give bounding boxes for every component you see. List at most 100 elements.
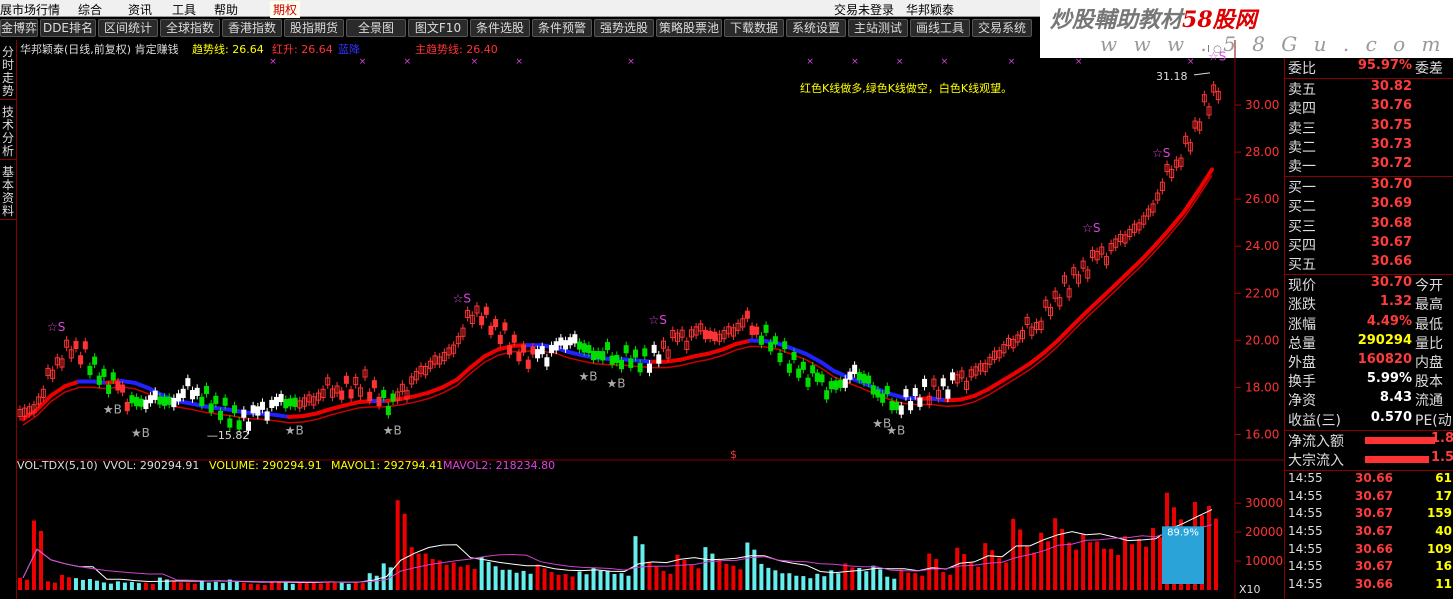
dollar-mark: $ bbox=[730, 448, 737, 461]
toolbar-button-9[interactable]: 条件预警 bbox=[532, 19, 592, 37]
candle-body bbox=[292, 397, 298, 407]
trend-line-segment bbox=[426, 385, 445, 395]
toolbar-button-6[interactable]: 全景图 bbox=[346, 19, 406, 37]
stat-row-6-label: 净资 bbox=[1288, 393, 1316, 410]
toolbar-button-12[interactable]: 下载数据 bbox=[724, 19, 784, 37]
bid-row-1: 买一 30.70 bbox=[1285, 177, 1453, 196]
candle-body bbox=[180, 388, 186, 399]
candle-body bbox=[138, 398, 144, 407]
tick-row: 14:55 30.67 16 bbox=[1285, 559, 1453, 576]
volume-bar bbox=[696, 568, 701, 590]
signal-mark: × bbox=[1187, 57, 1195, 67]
candle-body bbox=[558, 337, 564, 346]
volume-bar bbox=[661, 570, 666, 590]
menu-tools[interactable]: 工具 bbox=[172, 1, 196, 18]
menu-help[interactable]: 帮助 bbox=[214, 1, 238, 18]
trend-line-segment bbox=[356, 399, 375, 405]
candle-body bbox=[632, 349, 638, 358]
tab-fundamentals[interactable]: 基本资料 bbox=[0, 162, 16, 220]
toolbar-button-13[interactable]: 系统设置 bbox=[786, 19, 846, 37]
candle-body bbox=[278, 393, 284, 403]
toolbar-button-3[interactable]: 全球指数 bbox=[160, 19, 220, 37]
candle-body bbox=[241, 409, 247, 418]
toolbar-button-8[interactable]: 条件选股 bbox=[470, 19, 530, 37]
volume-bar bbox=[668, 573, 673, 590]
toolbar-button-10[interactable]: 强势选股 bbox=[594, 19, 654, 37]
volume-bar bbox=[535, 564, 540, 590]
toolbar-button-11[interactable]: 策略股票池 bbox=[656, 19, 722, 37]
candle-body bbox=[124, 401, 130, 412]
ask-row-3-value: 30.75 bbox=[1370, 117, 1412, 133]
volume-bar bbox=[1158, 537, 1163, 590]
volume-bar bbox=[1151, 528, 1156, 590]
volume-bar bbox=[899, 569, 904, 590]
trend-line-segment bbox=[1196, 167, 1214, 194]
tick-row: 14:55 30.67 159 bbox=[1285, 506, 1453, 523]
tick-volume: 17 bbox=[1435, 488, 1452, 503]
price-tick-label: 28.00 bbox=[1245, 145, 1279, 159]
buy-marker: ★B bbox=[383, 424, 402, 438]
menu-news[interactable]: 资讯 bbox=[128, 1, 152, 18]
volume-bar bbox=[1060, 528, 1065, 590]
watermark-text: 炒股輔助教材 bbox=[1050, 7, 1183, 33]
signal-mark: × bbox=[471, 57, 479, 67]
candle-body bbox=[73, 340, 79, 350]
candle-body bbox=[78, 355, 84, 365]
candle-body bbox=[516, 352, 522, 362]
menu-composite[interactable]: 综合 bbox=[78, 1, 102, 18]
trend-line-segment bbox=[888, 391, 907, 400]
volume-bar bbox=[976, 566, 981, 590]
candle-body bbox=[870, 385, 876, 395]
volume-bar bbox=[1018, 529, 1023, 590]
candle-body bbox=[152, 390, 158, 400]
candle-body bbox=[143, 399, 149, 410]
trend-line-segment bbox=[62, 379, 81, 389]
volume-bar bbox=[528, 573, 533, 590]
toolbar-button-7[interactable]: 图文F10 bbox=[408, 19, 468, 37]
volume-bar bbox=[220, 583, 225, 590]
candle-body bbox=[87, 365, 93, 376]
candle-body bbox=[204, 385, 210, 395]
menu-options[interactable]: 期权 bbox=[270, 1, 301, 18]
trend-line-segment bbox=[300, 411, 319, 419]
toolbar-button-2[interactable]: 区间统计 bbox=[98, 19, 158, 37]
volume-bar bbox=[598, 570, 603, 590]
function-toolbar: 金博弈 DDE排名 区间统计 全球指数 香港指数 股指期货 全景图 图文F10 条件选股 条件预警… bbox=[0, 18, 1040, 38]
tab-intraday[interactable]: 分时走势 bbox=[0, 42, 16, 100]
candle-body bbox=[572, 334, 578, 344]
candle-body bbox=[908, 401, 914, 411]
candle-body bbox=[525, 359, 531, 369]
toolbar-button-15[interactable]: 画线工具 bbox=[910, 19, 970, 37]
candle-body bbox=[894, 401, 900, 411]
stat-row-2-value: 4.49% bbox=[1366, 313, 1412, 329]
trend-line-segment bbox=[342, 400, 361, 408]
buy-marker: ★B bbox=[579, 370, 598, 384]
tab-technical[interactable]: 技术分析 bbox=[0, 102, 16, 160]
trend-line-segment bbox=[1042, 338, 1061, 355]
candle-body bbox=[763, 324, 769, 333]
tick-volume: 61 bbox=[1435, 471, 1452, 486]
toolbar-button-5[interactable]: 股指期货 bbox=[284, 19, 344, 37]
volume-bar bbox=[395, 500, 400, 590]
signal-mark: × bbox=[1008, 57, 1016, 67]
volume-bar bbox=[717, 559, 722, 590]
candlestick-chart[interactable]: 16.00 18.00 20.00 22.00 24.00 26.00 28.00 30.00… bbox=[17, 40, 1284, 599]
toolbar-button-14[interactable]: 主站测试 bbox=[848, 19, 908, 37]
stat-row-2-label: 涨幅 bbox=[1288, 316, 1316, 333]
candle-body bbox=[800, 361, 806, 370]
volume-bar bbox=[731, 565, 736, 590]
toolbar-button-0[interactable]: 金博弈 bbox=[0, 19, 38, 37]
login-status[interactable]: 交易未登录 bbox=[834, 1, 894, 18]
tick-time: 14:55 bbox=[1288, 541, 1323, 556]
toolbar-button-16[interactable]: 交易系统 bbox=[972, 19, 1032, 37]
toolbar-button-1[interactable]: DDE排名 bbox=[40, 19, 96, 37]
volume-bar bbox=[1207, 505, 1212, 590]
candle-body bbox=[521, 344, 527, 353]
toolbar-button-4[interactable]: 香港指数 bbox=[222, 19, 282, 37]
price-tick-label: 24.00 bbox=[1245, 239, 1279, 253]
volume-bar bbox=[59, 574, 64, 590]
menu-market[interactable]: 展市场行情 bbox=[0, 1, 60, 18]
candle-body bbox=[96, 375, 102, 385]
flow-label: 大宗流入 bbox=[1288, 453, 1344, 469]
candle-body bbox=[880, 393, 886, 403]
